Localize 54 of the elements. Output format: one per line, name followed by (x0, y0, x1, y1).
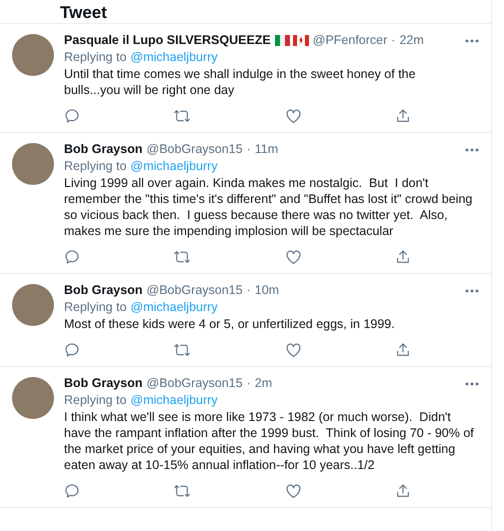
avatar-placeholder[interactable] (12, 143, 54, 185)
reply-icon[interactable] (64, 249, 80, 265)
share-icon[interactable] (394, 249, 411, 265)
separator-dot: · (391, 32, 396, 49)
more-icon[interactable] (465, 288, 479, 292)
replying-label: Replying to (64, 299, 127, 316)
mention-link[interactable]: @michaeljburry (130, 49, 218, 66)
reply-icon[interactable] (64, 108, 80, 124)
avatar-placeholder[interactable] (12, 34, 54, 76)
replying-label: Replying to (64, 49, 127, 66)
separator-dot: · (246, 282, 251, 299)
heart-icon[interactable] (284, 249, 302, 265)
tweet-time[interactable]: 2m (254, 375, 272, 392)
author-handle[interactable]: @PFenforcer (312, 32, 388, 49)
retweet-icon[interactable] (173, 483, 192, 499)
avatar-placeholder[interactable] (12, 284, 54, 326)
separator-dot: · (246, 375, 251, 392)
avatar-placeholder[interactable] (12, 377, 54, 419)
more-icon[interactable] (465, 148, 479, 152)
more-icon[interactable] (465, 382, 479, 386)
author-handle[interactable]: @BobGrayson15 (146, 282, 243, 299)
tweet-text: Until that time comes we shall indulge in the sweet honey of the bulls...you will be right one day (64, 66, 417, 98)
share-icon[interactable] (394, 342, 411, 358)
tweet-time[interactable]: 11m (254, 141, 278, 158)
retweet-icon[interactable] (173, 249, 192, 265)
tweet-text: Living 1999 all over again. Kinda makes me nostalgic. But I don't remember the "this time's it's different" and "Buffet has lost it" crowd being so vicious back then. I guess because there was no twitter yet. Also, makes me sure the impending implosion will be spectacular (64, 175, 474, 239)
reply-icon[interactable] (64, 342, 80, 358)
share-icon[interactable] (394, 108, 411, 124)
tweet-time[interactable]: 10m (254, 282, 280, 299)
mention-link[interactable]: @michaeljburry (130, 299, 218, 316)
tweet-text: I think what we'll see is more like 1973 - 1982 (or much worse). Didn't have the rampant inflation after the 1999 bust. Think of losing 70 - 90% of the market price of your equities, and having what you have left getting eaten away at 10-15% annual inflation--for 10 years..1/2 (64, 409, 475, 473)
replying-label: Replying to (64, 158, 127, 175)
author-name[interactable]: Pasquale il Lupo SILVERSQUEEZE (64, 32, 271, 49)
more-icon[interactable] (465, 38, 479, 42)
author-handle[interactable]: @BobGrayson15 (146, 141, 243, 158)
retweet-icon[interactable] (173, 108, 192, 124)
author-name[interactable]: Bob Grayson (64, 141, 142, 158)
tweet-time[interactable]: 22m (399, 32, 424, 49)
flags-icon (274, 35, 309, 46)
mention-link[interactable]: @michaeljburry (130, 158, 218, 175)
heart-icon[interactable] (284, 483, 302, 499)
heart-icon[interactable] (284, 342, 302, 358)
reply-icon[interactable] (64, 483, 80, 499)
author-name[interactable]: Bob Grayson (64, 375, 142, 392)
retweet-icon[interactable] (173, 342, 192, 358)
share-icon[interactable] (394, 483, 411, 499)
replying-label: Replying to (64, 392, 127, 409)
tweet-text: Most of these kids were 4 or 5, or unfertilized eggs, in 1999. (64, 316, 396, 332)
author-handle[interactable]: @BobGrayson15 (146, 375, 243, 392)
mention-link[interactable]: @michaeljburry (130, 392, 218, 409)
page-title: Tweet (60, 3, 107, 23)
separator-dot: · (246, 141, 251, 158)
author-name[interactable]: Bob Grayson (64, 282, 142, 299)
heart-icon[interactable] (284, 108, 302, 124)
